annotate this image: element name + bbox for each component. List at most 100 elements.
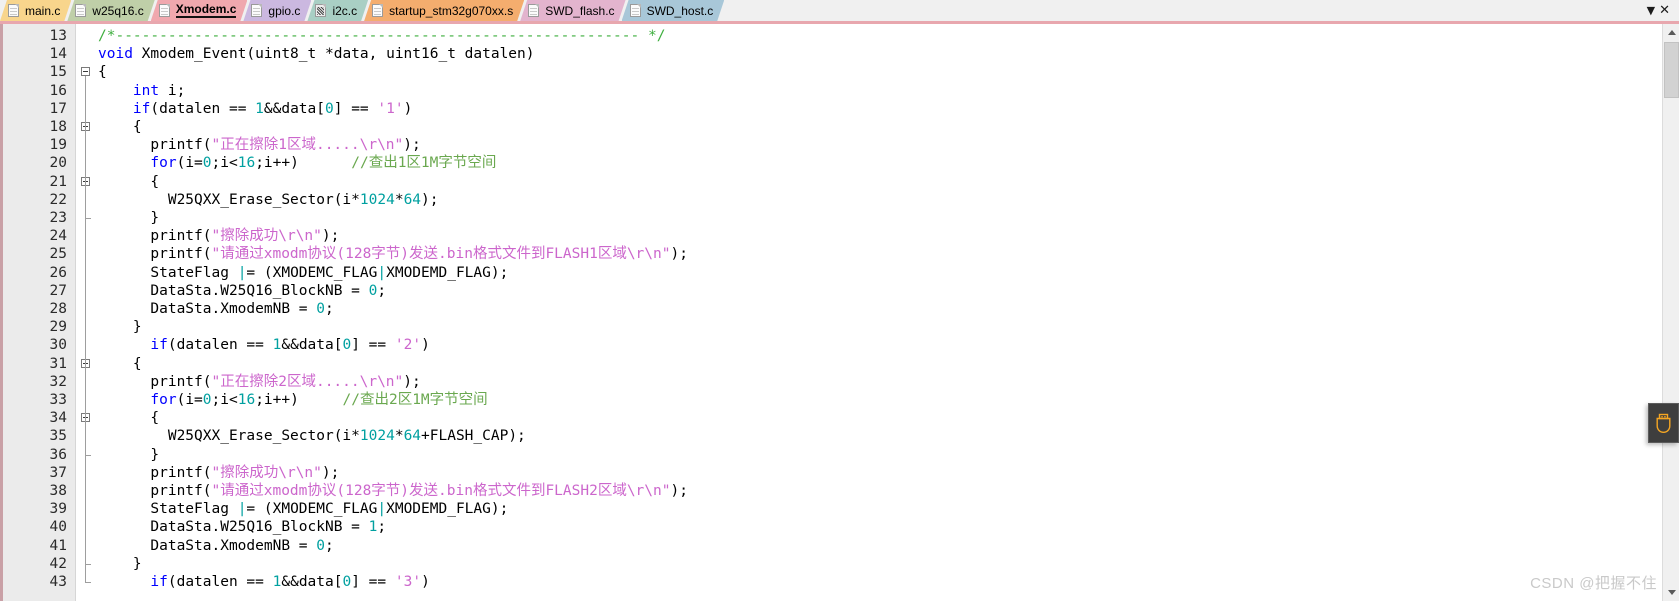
code-line[interactable]: for(i=0;i<16;i++) //查出2区1M字节空间 [98,391,487,409]
code-line[interactable]: { [98,118,142,136]
line-number: 42 [49,555,67,572]
code-token: ); [403,137,421,154]
tab-list-dropdown-icon[interactable]: ▼ [1647,5,1655,16]
code-token: W25QXX_Erase_Sector(i* [98,191,360,208]
code-token: 1 [255,100,264,117]
code-line[interactable]: printf("正在擦除1区域.....\r\n"); [98,136,421,154]
fold-end-marker [85,454,91,456]
code-token: "请通过xmodm协议(128字节)发送.bin格式文件到FLASH2区域\r\… [211,483,671,499]
code-line[interactable]: if(datalen == 1&&data[0] == '2') [98,336,430,354]
code-token: printf( [98,246,212,263]
code-line[interactable]: { [98,355,142,373]
line-number: 27 [49,282,67,299]
tab-i2c-c[interactable]: i2c.c [307,0,368,21]
line-number: 22 [49,191,67,208]
line-number: 26 [49,264,67,281]
tab-w25q16-c[interactable]: w25q16.c [67,0,154,21]
close-icon[interactable]: ✕ [1659,4,1670,17]
code-token: ) [421,337,430,354]
code-line[interactable]: StateFlag |= (XMODEMC_FLAG|XMODEMD_FLAG)… [98,264,508,282]
fold-toggle-icon[interactable] [81,67,90,77]
tab-swd-flash-c[interactable]: SWD_flash.c [520,0,625,21]
code-line[interactable]: DataSta.W25Q16_BlockNB = 1; [98,518,386,536]
code-folding-margin[interactable] [76,24,98,601]
code-token: 0 [342,337,352,354]
code-line[interactable]: printf("请通过xmodm协议(128字节)发送.bin格式文件到FLAS… [98,245,688,263]
scrollbar-thumb[interactable] [1664,42,1679,98]
code-token: | [377,501,387,518]
code-line[interactable]: W25QXX_Erase_Sector(i*1024*64+FLASH_CAP)… [98,427,526,445]
code-line[interactable]: /*--------------------------------------… [98,27,665,45]
line-number: 41 [49,537,67,554]
code-token: ); [321,464,340,481]
code-line[interactable]: DataSta.W25Q16_BlockNB = 0; [98,282,386,300]
code-line[interactable]: if(datalen == 1&&data[0] == '1') [98,100,412,118]
tab-swd-host-c[interactable]: SWD_host.c [622,0,725,21]
code-token: ] == [333,100,378,117]
code-token: } [98,446,160,463]
tab-label: SWD_flash.c [545,3,615,18]
tab-label: Xmodem.c [175,2,237,16]
code-line[interactable]: printf("擦除成功\r\n"); [98,464,339,482]
tab-label: SWD_host.c [646,3,714,18]
scroll-up-arrow-icon[interactable] [1663,24,1679,41]
tab-xmodem-c[interactable]: Xmodem.c [151,0,248,21]
code-token: 1024 [359,428,395,445]
code-token: (datalen == [167,574,273,590]
line-number: 36 [49,446,67,463]
code-line[interactable]: void Xmodem_Event(uint8_t *data, uint16_… [98,45,535,63]
code-line[interactable]: DataSta.XmodemNB = 0; [98,537,333,555]
code-token: '2' [394,337,422,354]
line-number: 15 [49,64,67,81]
line-number: 13 [49,28,67,44]
code-token: StateFlag [98,501,238,518]
code-line[interactable]: } [98,318,142,336]
code-line[interactable]: { [98,173,159,191]
code-text-area[interactable]: /*--------------------------------------… [98,24,1649,601]
code-token: = (XMODEMC_FLAG [246,264,378,281]
code-token: StateFlag [98,264,238,281]
tab-gpio-c[interactable]: gpio.c [243,0,311,21]
code-token: printf( [98,464,212,481]
code-token: 1024 [359,191,395,208]
usb-device-panel[interactable] [1648,403,1679,443]
code-line[interactable]: W25QXX_Erase_Sector(i*1024*64); [98,191,439,209]
code-line[interactable]: printf("请通过xmodm协议(128字节)发送.bin格式文件到FLAS… [98,482,688,500]
code-line[interactable]: if(datalen == 1&&data[0] == '3') [98,573,429,591]
usb-drive-icon[interactable] [1655,413,1672,434]
code-editor[interactable]: 13 14 15 16 17 18 19 20 21 22 23 24 25 26 27 28 29 30 31 32… [0,24,1679,601]
scroll-down-arrow-icon[interactable] [1663,584,1679,601]
tab-main-c[interactable]: main.c [0,0,71,21]
code-line[interactable]: printf("正在擦除2区域.....\r\n"); [98,373,420,391]
code-token: &&data[ [281,574,343,590]
code-line[interactable]: { [98,409,159,427]
code-token: } [98,555,142,572]
line-number: 33 [49,392,67,408]
code-line[interactable]: int i; [98,82,185,100]
code-line[interactable]: } [98,446,159,464]
code-token: W25QXX_Erase_Sector(i* [98,428,360,445]
code-token: &&data[ [263,100,325,117]
code-line[interactable]: StateFlag |= (XMODEMC_FLAG|XMODEMD_FLAG)… [98,500,508,518]
code-line[interactable]: } [98,555,142,573]
code-token: ;i++) [255,392,343,408]
code-line[interactable]: DataSta.XmodemNB = 0; [98,300,333,318]
vertical-scrollbar[interactable] [1662,24,1679,601]
code-line[interactable]: printf("擦除成功\r\n"); [98,227,339,245]
fold-end-marker [85,218,91,219]
code-line[interactable]: { [98,63,107,81]
tab-startup-stm32g070xx-s[interactable]: startup_stm32g070xx.s [364,0,524,21]
code-line[interactable]: for(i=0;i<16;i++) //查出1区1M字节空间 [98,154,496,172]
fold-guide-line [85,422,86,455]
line-number: 20 [49,155,67,172]
fold-end-marker [85,563,91,565]
file-icon [372,4,383,17]
code-token: ; [377,282,387,299]
code-token: 16 [237,155,256,172]
code-token: DataSta.W25Q16_BlockNB = [98,282,369,299]
tab-label: i2c.c [332,3,358,18]
line-number: 40 [49,519,67,536]
code-line[interactable]: } [98,209,159,227]
code-token: 0 [316,537,325,554]
